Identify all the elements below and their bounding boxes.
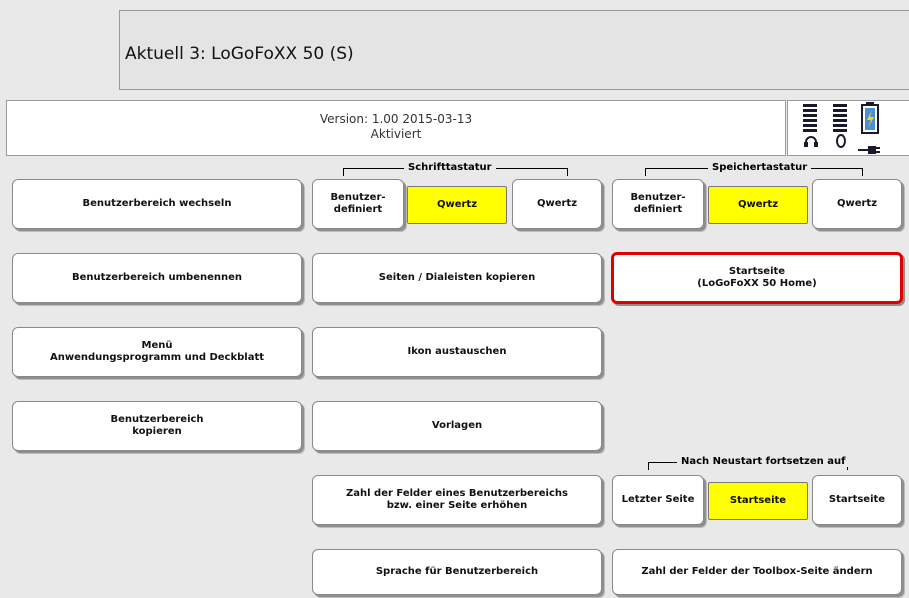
plug-icon [858, 141, 882, 160]
zahl-toolbox-button[interactable]: Zahl der Felder der Toolbox-Seite ändern [612, 549, 902, 595]
benutzerbereich-umbenennen-button[interactable]: Benutzerbereich umbenennen [12, 253, 302, 303]
vorlagen-button[interactable]: Vorlagen [312, 401, 602, 451]
schrift-qwertz-selected-button[interactable]: Qwertz [407, 186, 507, 224]
benutzerbereich-wechseln-button[interactable]: Benutzerbereich wechseln [12, 179, 302, 229]
group-label-neustart: Nach Neustart fortsetzen auf [677, 456, 850, 467]
group-bracket-speicher: Speichertastatur [645, 162, 863, 176]
speicher-qwertz-button[interactable]: Qwertz [812, 179, 902, 229]
startseite-button[interactable]: Startseite [812, 475, 902, 525]
sprache-button[interactable]: Sprache für Benutzerbereich [312, 549, 602, 595]
speicher-benutzerdefiniert-button[interactable]: Benutzer- definiert [612, 179, 704, 229]
battery-icon [860, 102, 882, 140]
group-label-schrift: Schrifttastatur [404, 162, 496, 173]
startseite-selected-button[interactable]: Startseite [708, 482, 808, 520]
speicher-qwertz-selected-button[interactable]: Qwertz [708, 186, 808, 224]
group-label-speicher: Speichertastatur [708, 162, 812, 173]
speaker-icon [833, 104, 849, 152]
seiten-kopieren-button[interactable]: Seiten / Dialeisten kopieren [312, 253, 602, 303]
page-title: Aktuell 3: LoGoFoXX 50 (S) [125, 44, 354, 64]
zahl-felder-erhoehen-button[interactable]: Zahl der Felder eines Benutzerbereichs b… [312, 475, 602, 525]
version-line: Version: 1.00 2015-03-13 [319, 112, 473, 126]
ikon-austauschen-button[interactable]: Ikon austauschen [312, 327, 602, 377]
schrift-qwertz-button[interactable]: Qwertz [512, 179, 602, 229]
benutzerbereich-kopieren-button[interactable]: Benutzerbereich kopieren [12, 401, 302, 451]
activation-status: Aktiviert [370, 127, 422, 141]
group-bracket-schrift: Schrifttastatur [343, 162, 568, 176]
menue-button[interactable]: Menü Anwendungsprogramm und Deckblatt [12, 327, 302, 377]
group-bracket-neustart: Nach Neustart fortsetzen auf [648, 456, 850, 470]
headphones-icon [803, 104, 819, 152]
letzter-seite-button[interactable]: Letzter Seite [612, 475, 704, 525]
startseite-home-button[interactable]: Startseite (LoGoFoXX 50 Home) [611, 252, 903, 304]
version-info: Version: 1.00 2015-03-13 Aktiviert [6, 112, 786, 142]
schrift-benutzerdefiniert-button[interactable]: Benutzer- definiert [312, 179, 404, 229]
